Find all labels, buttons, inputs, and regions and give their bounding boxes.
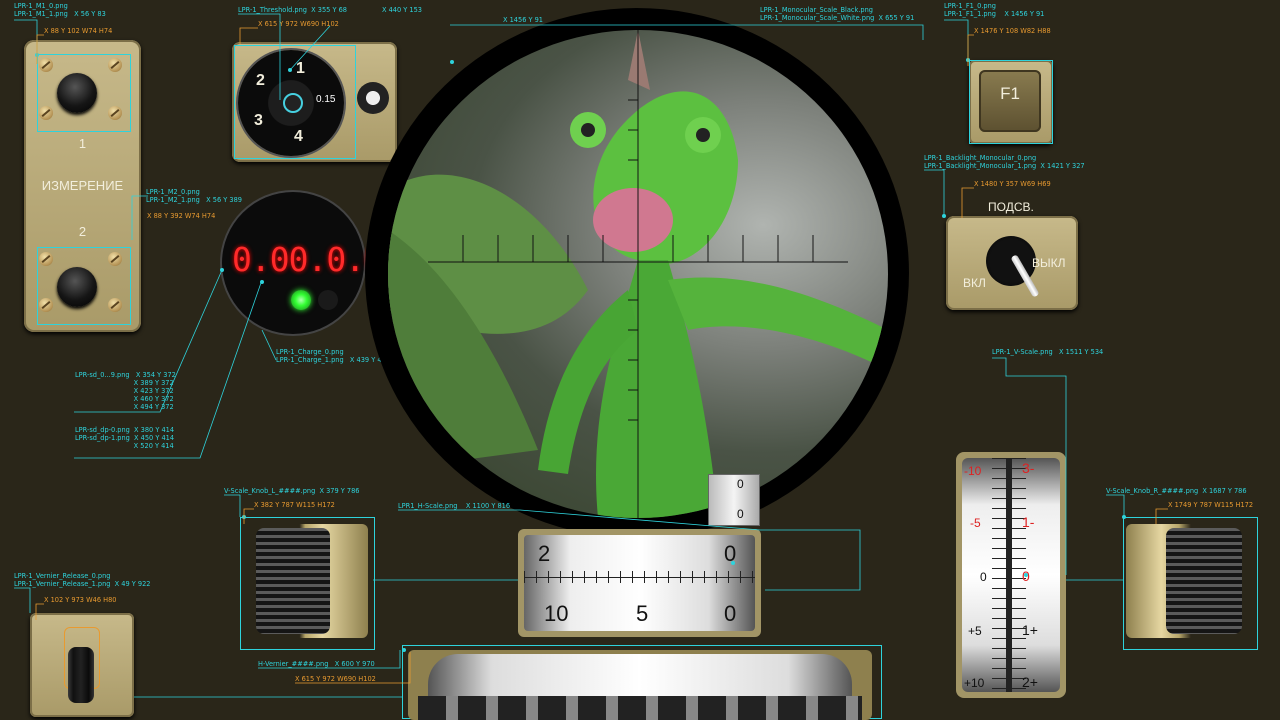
annotation-lines bbox=[14, 13, 1168, 698]
